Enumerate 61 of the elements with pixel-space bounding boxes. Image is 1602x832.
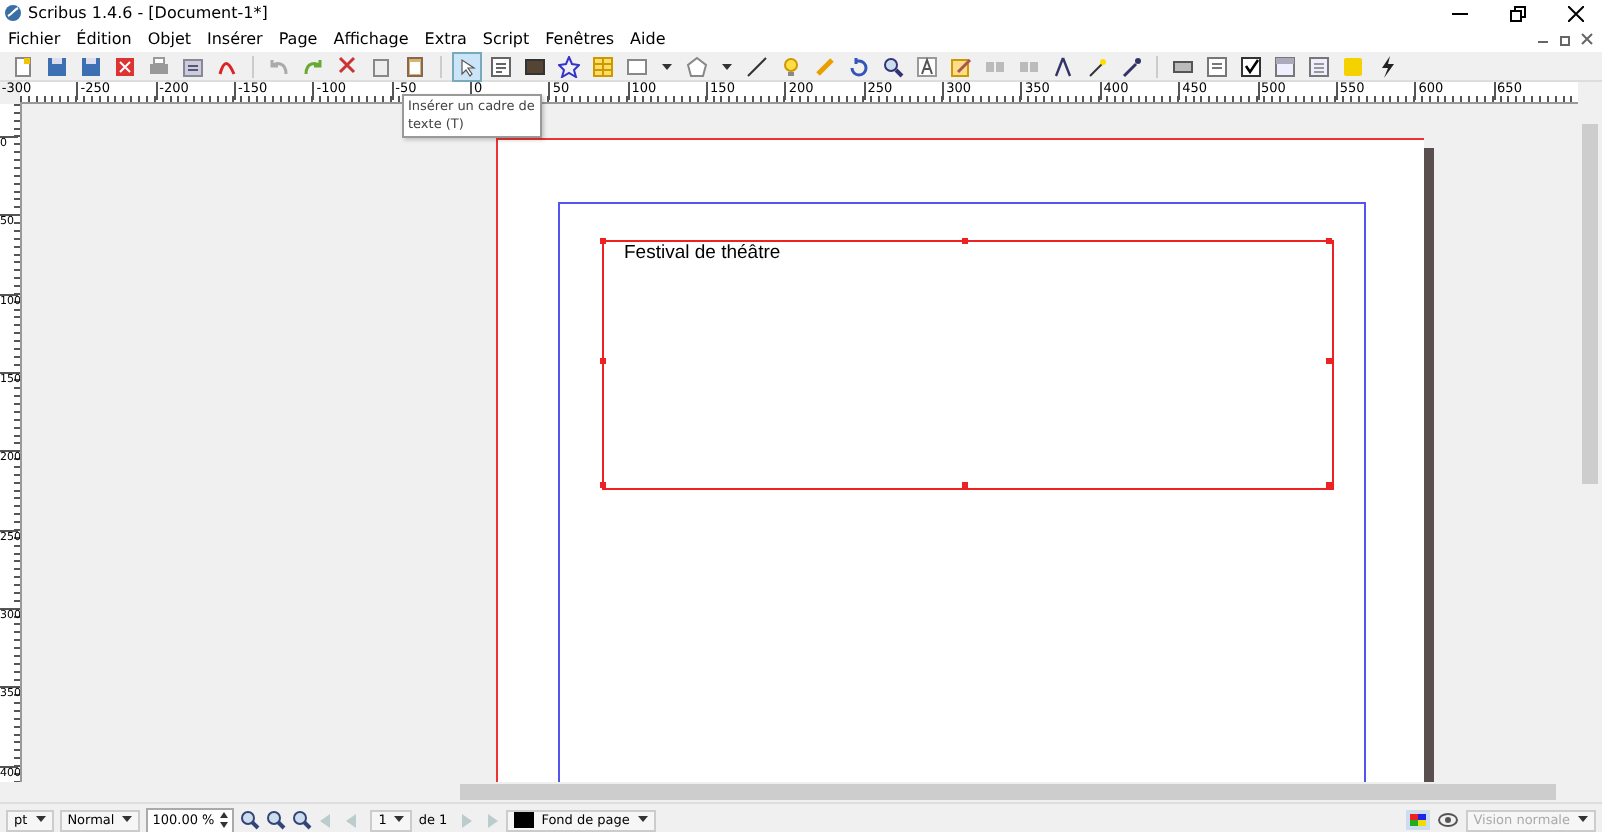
resize-handle[interactable] [1326,238,1332,244]
bulb-icon[interactable] [780,55,802,77]
resize-handle[interactable] [962,238,968,244]
image-frame-icon[interactable] [524,55,546,77]
table-icon[interactable] [592,55,614,77]
list-box-icon[interactable] [1308,55,1330,77]
wand-icon[interactable] [1086,55,1108,77]
menu-item[interactable]: Insérer [207,30,263,48]
menu-item[interactable]: Affichage [333,30,409,48]
magnifier-icon[interactable] [882,55,904,77]
zoom-reset-icon[interactable] [266,810,287,830]
restore-icon[interactable] [1510,5,1526,21]
zoom-out-icon[interactable] [240,810,261,830]
close-icon[interactable] [1568,5,1584,21]
pdf-text-field-icon[interactable] [1206,55,1228,77]
menu-item[interactable]: Fichier [8,30,61,48]
text-frame[interactable]: Festival de théâtre [602,240,1334,490]
caret-icon [1578,816,1588,824]
printer-icon[interactable] [148,55,170,77]
pdf-button-icon[interactable] [1172,55,1194,77]
menu-item[interactable]: Script [482,30,530,48]
notepad-pencil-icon[interactable] [950,55,972,77]
caret-icon [122,816,133,824]
resize-handle[interactable] [600,358,606,364]
eyedropper-icon[interactable] [1120,55,1142,77]
edit-text-icon[interactable] [916,55,938,77]
resize-handle[interactable] [600,238,606,244]
resize-handle[interactable] [1326,482,1332,488]
caret-icon [394,816,405,824]
rotate-icon[interactable] [848,55,870,77]
rectangle-icon[interactable] [626,55,648,77]
text-frame-icon[interactable] [490,55,512,77]
menu-item[interactable]: Page [278,30,318,48]
eye-icon[interactable] [1437,810,1458,830]
caret-icon [35,816,46,824]
caret-icon [637,816,648,824]
redo-icon[interactable] [302,55,324,77]
checkbox-icon[interactable] [1240,55,1262,77]
combo-box-icon[interactable] [1274,55,1296,77]
window-title: Scribus 1.4.6 - [Document-1*] [28,4,270,22]
resize-handle[interactable] [600,482,606,488]
menu-item[interactable]: Extra [424,30,467,48]
menu-item[interactable]: Édition [76,30,132,48]
checklist-icon[interactable] [182,55,204,77]
scissors-icon[interactable] [336,55,358,77]
star-icon[interactable] [558,55,580,77]
menu-item[interactable]: Aide [630,30,666,48]
paste-icon[interactable] [404,55,426,77]
new-page-icon[interactable] [12,55,34,77]
zoom-in-icon[interactable] [292,810,313,830]
line-icon[interactable] [746,55,768,77]
resize-handle[interactable] [1326,358,1332,364]
spinner-arrows-icon [220,812,229,828]
arrow-pointer-icon[interactable] [456,55,478,77]
resize-handle[interactable] [962,482,968,488]
menu-item[interactable]: Fenêtres [545,30,615,48]
copy-icon[interactable] [370,55,392,77]
close-document-icon[interactable] [114,55,136,77]
color-management-icon[interactable] [1405,810,1430,830]
menu-item[interactable]: Objet [147,30,191,48]
frame-text: Festival de théâtre [624,242,781,264]
